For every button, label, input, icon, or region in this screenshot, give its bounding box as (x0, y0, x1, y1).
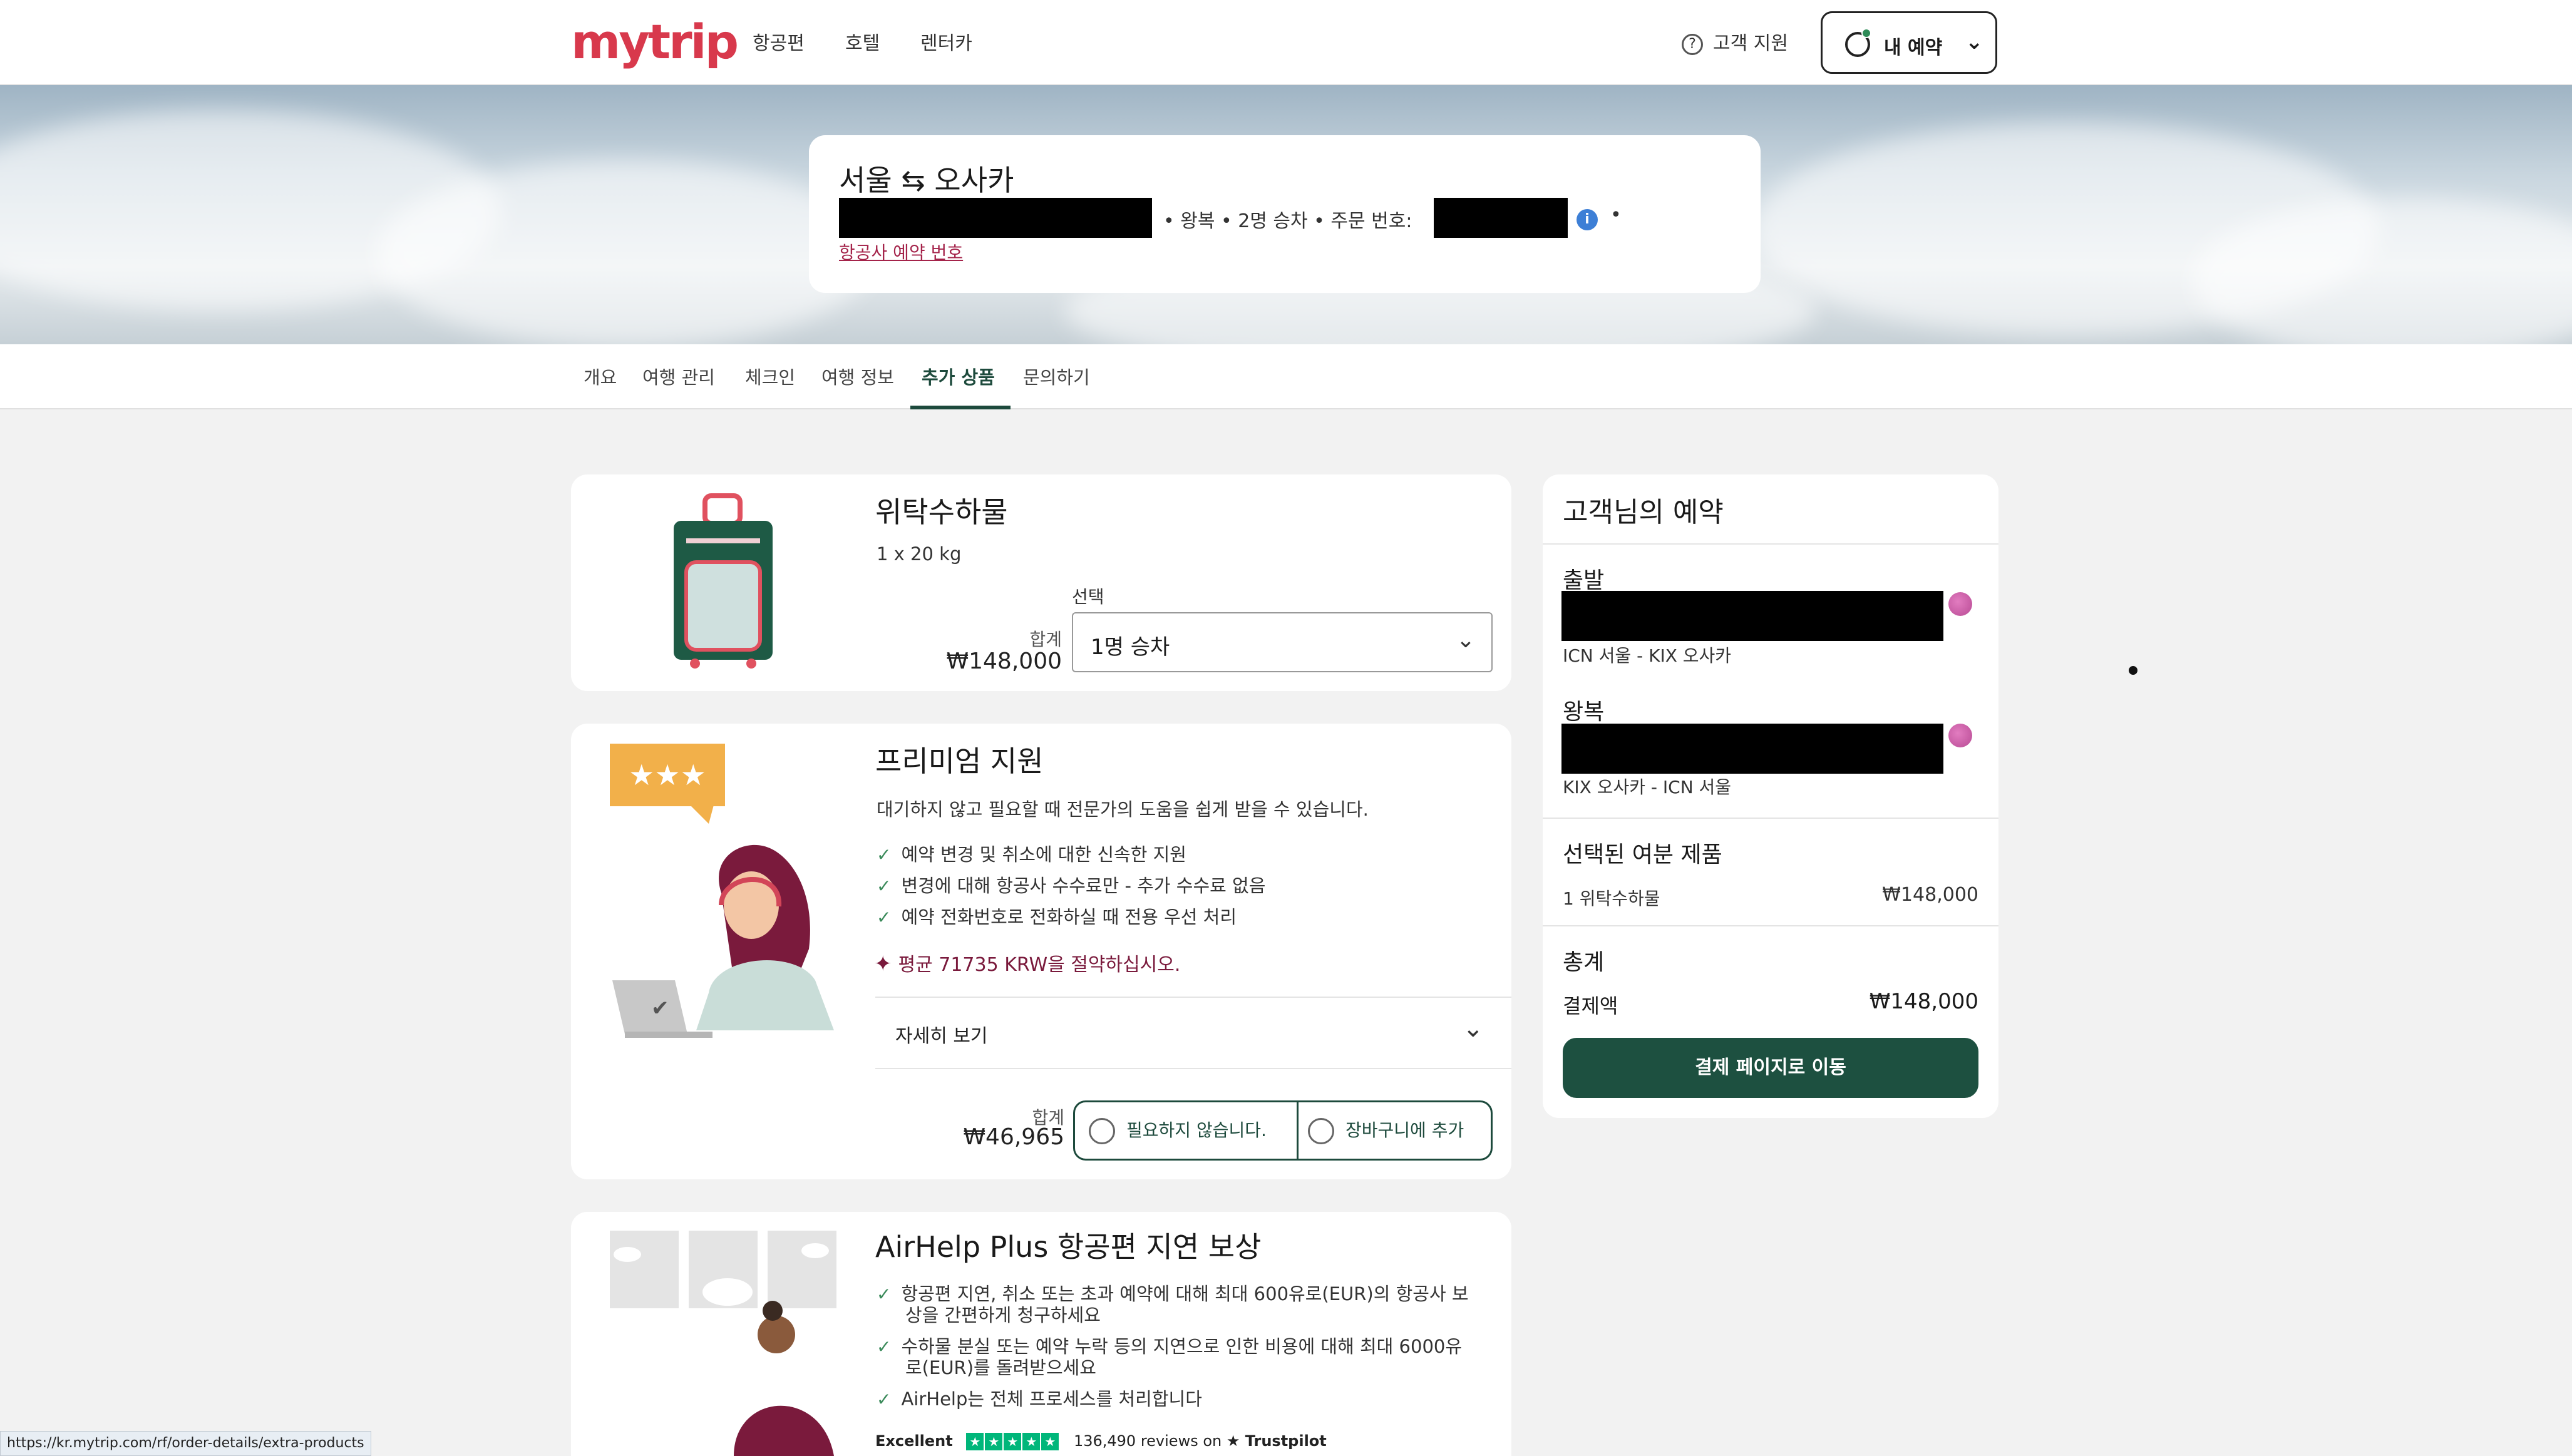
radio-add-to-cart[interactable]: 장바구니에 추가 (1308, 1102, 1464, 1159)
trustpilot-rating: Excellent ★ ★ ★ ★ ★ 136,490 reviews on ★ Tru… (875, 1432, 1327, 1450)
nav-car-rental[interactable]: 렌터카 (920, 28, 972, 55)
radio-not-needed[interactable]: 필요하지 않습니다. (1089, 1102, 1267, 1159)
chevron-down-icon: ⌄ (1965, 29, 1983, 54)
feature-item: ✓ 변경에 대해 항공사 수수료만 - 추가 수수료 없음 (877, 875, 1266, 896)
premium-price: ₩46,965 (963, 1124, 1064, 1150)
hero-banner: 서울 ⇆ 오사카 • 왕복 • 2명 승차 • 주문 번호: i • 항공사 예… (0, 85, 2572, 344)
customer-support-link[interactable]: ? 고객 지원 (1682, 28, 1788, 55)
cursor-dot (2129, 666, 2137, 675)
return-label: 왕복 (1563, 699, 1605, 725)
radio-circle-icon (1308, 1118, 1334, 1144)
divider (875, 1068, 1511, 1069)
trip-meta: • 왕복 • 2명 승차 • 주문 번호: (1163, 210, 1412, 232)
redacted-dates (839, 198, 1152, 238)
tab-contact[interactable]: 문의하기 (1023, 363, 1090, 389)
svg-text:✔: ✔ (651, 996, 669, 1021)
airhelp-title: AirHelp Plus 항공편 지연 보상 (875, 1230, 1262, 1264)
help-icon: ? (1682, 33, 1703, 55)
check-icon: ✓ (877, 907, 892, 928)
extra-item-price: ₩148,000 (1882, 884, 1978, 906)
check-icon: ✓ (877, 844, 892, 865)
suitcase-icon (674, 493, 773, 669)
my-booking-label: 내 예약 (1884, 37, 1943, 59)
support-label: 고객 지원 (1713, 33, 1788, 54)
tab-overview[interactable]: 개요 (584, 363, 617, 389)
total-title: 총계 (1563, 950, 1605, 975)
sparkle-icon: ✦ (874, 951, 892, 977)
see-more-toggle[interactable]: 자세히 보기 (895, 1020, 988, 1048)
support-agent-illustration: ★★★ ✔ (610, 744, 834, 1038)
baggage-weight: 1 x 20 kg (877, 543, 962, 565)
savings-note: ✦ 평균 71735 KRW을 절약하십시오. (874, 951, 1181, 977)
trip-route: 서울 ⇆ 오사카 (839, 163, 1014, 197)
feature-item: ✓ AirHelp는 전체 프로세스를 처리합니다 (877, 1388, 1202, 1410)
select-label: 선택 (1072, 587, 1104, 607)
divider (1543, 543, 1998, 545)
divider (1543, 925, 1998, 926)
go-to-payment-button[interactable]: 결제 페이지로 이동 (1563, 1038, 1978, 1098)
extras-title: 선택된 여분 제품 (1563, 842, 1722, 868)
status-bar-url: https://kr.mytrip.com/rf/order-details/e… (0, 1431, 371, 1456)
return-route: KIX 오사카 - ICN 서울 (1563, 777, 1732, 797)
top-navbar: mytrip 항공편 호텔 렌터카 ? 고객 지원 내 예약 ⌄ (0, 0, 2572, 85)
mytrip-logo[interactable]: mytrip (571, 14, 739, 69)
tab-trip-info[interactable]: 여행 정보 (821, 363, 894, 389)
check-icon: ✓ (877, 876, 892, 896)
feature-continuation: 로(EUR)를 돌려받으세요 (905, 1357, 1096, 1378)
redacted-return-info (1561, 724, 1943, 774)
outbound-route: ICN 서울 - KIX 오사카 (1563, 645, 1732, 666)
info-icon[interactable]: i (1577, 209, 1598, 230)
feature-continuation: 상을 간편하게 청구하세요 (905, 1305, 1101, 1326)
tab-manage-trip[interactable]: 여행 관리 (642, 363, 715, 389)
baggage-price: ₩148,000 (946, 649, 1062, 674)
redacted-order-number (1434, 198, 1568, 238)
active-tab-indicator (910, 406, 1011, 409)
passenger-select-value: 1명 승차 (1091, 635, 1170, 660)
my-booking-button[interactable]: 내 예약 ⌄ (1821, 11, 1997, 74)
premium-subtitle: 대기하지 않고 필요할 때 전문가의 도움을 쉽게 받을 수 있습니다. (877, 799, 1369, 820)
nav-flights[interactable]: 항공편 (753, 28, 805, 55)
separator-dot: • (1610, 204, 1622, 226)
airline-logo-icon (1948, 724, 1972, 747)
tab-checkin[interactable]: 체크인 (745, 363, 795, 389)
nav-hotels[interactable]: 호텔 (845, 28, 880, 55)
radio-circle-icon (1089, 1118, 1115, 1144)
premium-title: 프리미엄 지원 (875, 744, 1044, 778)
airline-booking-ref-link[interactable]: 항공사 예약 번호 (839, 239, 963, 264)
tabs-bar: 개요 여행 관리 체크인 여행 정보 추가 상품 문의하기 (0, 344, 2572, 409)
redacted-outbound-info (1561, 591, 1943, 641)
total-label: 합계 (1029, 629, 1062, 650)
check-icon: ✓ (877, 1336, 892, 1357)
divider (875, 997, 1511, 998)
feature-item: ✓ 예약 변경 및 취소에 대한 신속한 지원 (877, 844, 1186, 865)
online-dot-icon (1861, 28, 1871, 38)
airhelp-illustration (610, 1231, 836, 1456)
payment-label: 결제액 (1563, 994, 1618, 1018)
outbound-label: 출발 (1563, 568, 1605, 593)
svg-text:★★★: ★★★ (629, 758, 706, 792)
payment-value: ₩148,000 (1869, 989, 1978, 1014)
trip-summary-card: 서울 ⇆ 오사카 • 왕복 • 2명 승차 • 주문 번호: i • 항공사 예… (809, 135, 1761, 293)
premium-choice-group: 필요하지 않습니다. 장바구니에 추가 (1073, 1100, 1493, 1161)
chevron-down-icon[interactable]: ⌄ (1463, 1014, 1484, 1043)
feature-item: ✓ 예약 전화번호로 전화하실 때 전용 우선 처리 (877, 906, 1237, 928)
divider (1543, 818, 1998, 819)
extra-item-label: 1 위탁수하물 (1563, 888, 1660, 909)
chevron-down-icon: ⌄ (1456, 627, 1475, 653)
baggage-title: 위탁수하물 (875, 495, 1008, 529)
summary-title: 고객님의 예약 (1563, 496, 1724, 528)
tab-extra-products[interactable]: 추가 상품 (922, 363, 995, 389)
check-icon: ✓ (877, 1389, 892, 1410)
check-icon: ✓ (877, 1284, 892, 1305)
airline-logo-icon (1948, 592, 1972, 616)
passenger-select[interactable]: 1명 승차 ⌄ (1072, 612, 1493, 672)
radio-separator (1297, 1102, 1299, 1159)
rating-stars-icon: ★ ★ ★ ★ ★ (966, 1432, 1060, 1450)
